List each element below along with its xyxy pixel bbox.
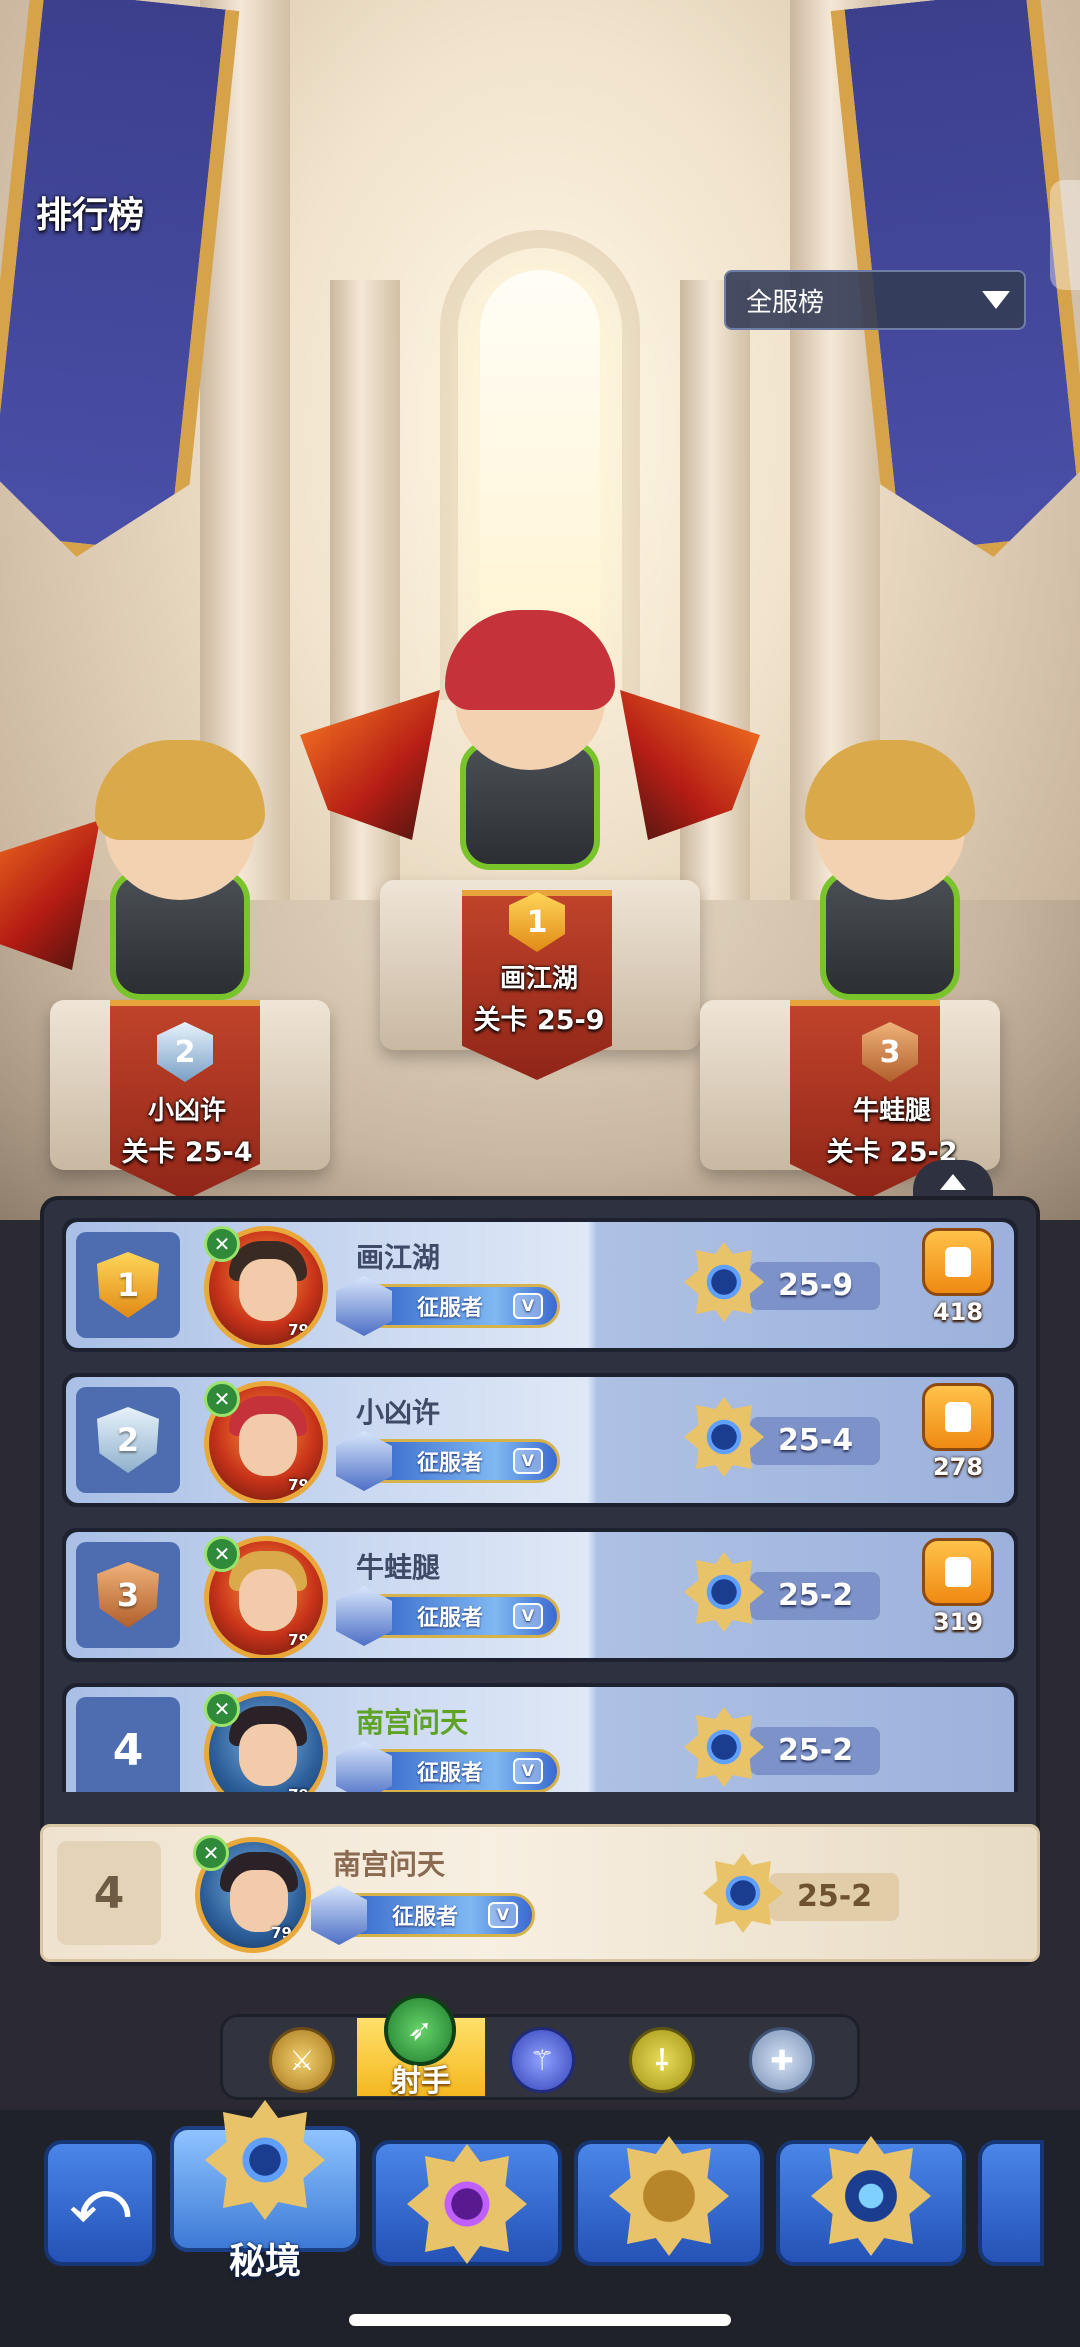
player-name: 牛蛙腿 [356, 1551, 441, 1584]
stage-emblem-icon [703, 1853, 783, 1933]
stage-emblem-icon [684, 1242, 764, 1322]
rank-cell: 1 [76, 1232, 180, 1338]
nav-tab-5[interactable] [978, 2140, 1044, 2266]
chevron-up-icon [940, 1174, 966, 1190]
side-drawer-tab[interactable] [1050, 180, 1080, 290]
rank-shield-icon: 2 [97, 1407, 159, 1473]
bow-icon: ✕ [204, 1691, 240, 1727]
nav-tab-secret-realm-label: 秘境 [228, 2241, 301, 2282]
table-row[interactable]: 2 79 ✕ 小凶许 征服者 V 25-4 278 [62, 1373, 1018, 1507]
stage-value: 25-2 [750, 1727, 880, 1775]
stage-value: 25-2 [769, 1873, 899, 1921]
rank-number: 4 [112, 1724, 144, 1776]
home-indicator[interactable] [349, 2314, 731, 2326]
podium-scene: 1 画江湖 关卡 25-9 2 小凶许 关卡 25-4 3 牛蛙腿 关卡 25-… [0, 0, 1080, 1220]
title-label: 征服者 [417, 1451, 484, 1476]
server-filter-dropdown[interactable]: 全服榜 [724, 270, 1026, 330]
stage-value: 25-2 [750, 1572, 880, 1620]
class-tab-archer-label: 射手 [391, 2064, 451, 2099]
stage-emblem-icon [684, 1707, 764, 1787]
leaderboard-list[interactable]: 1 79 ✕ 画江湖 征服者 V 25-9 418 2 79 ✕ 小凶许 征服者 V… [62, 1218, 1018, 1792]
stage-value: 25-4 [750, 1417, 880, 1465]
table-row[interactable]: 3 79 ✕ 牛蛙腿 征服者 V 25-2 319 [62, 1528, 1018, 1662]
server-filter-label: 全服榜 [746, 287, 825, 318]
table-row[interactable]: 1 79 ✕ 画江湖 征服者 V 25-9 418 [62, 1218, 1018, 1352]
bow-icon: ✕ [204, 1381, 240, 1417]
thumbs-up-icon [922, 1383, 994, 1451]
player-name: 小凶许 [356, 1396, 441, 1429]
podium-hero-third[interactable] [780, 740, 1010, 1020]
table-row[interactable]: 4 79 ✕ 南宫问天 征服者 V 25-2 [62, 1683, 1018, 1792]
dagger-icon[interactable]: ⸸ [629, 2027, 695, 2093]
podium-stage-first: 关卡 25-9 [473, 1005, 605, 1036]
podium-stage-second: 关卡 25-4 [121, 1137, 253, 1168]
back-button[interactable]: ⤺ [44, 2140, 156, 2266]
rank-cell: 3 [76, 1542, 180, 1648]
title-tier: V [513, 1293, 543, 1319]
player-level: 79 [288, 1786, 309, 1792]
thumbs-up-icon [922, 1228, 994, 1296]
rank-shield-icon: 3 [97, 1562, 159, 1628]
podium-name-second: 小凶许 [147, 1096, 226, 1126]
player-name: 南宫问天 [333, 1848, 446, 1881]
bow-icon: ✕ [204, 1226, 240, 1262]
player-name: 画江湖 [356, 1241, 441, 1274]
cross-icon[interactable]: ✚ [749, 2027, 815, 2093]
player-level: 79 [271, 1924, 292, 1942]
podium-name-third: 牛蛙腿 [852, 1096, 931, 1126]
rank-number: 4 [93, 1867, 125, 1919]
chevron-down-icon [968, 272, 1024, 328]
title-tier: V [513, 1448, 543, 1474]
rank-cell: 4 [76, 1697, 180, 1792]
title-tier: V [513, 1758, 543, 1784]
podium-hero-second[interactable] [0, 740, 300, 1020]
axe-icon[interactable]: ⚔ [269, 2027, 335, 2093]
pillar [680, 280, 750, 980]
like-button[interactable]: 319 [918, 1538, 998, 1648]
class-filter-bar: ⚔ ⚚ ⸸ ✚ [220, 2014, 860, 2100]
rank-cell: 4 [57, 1841, 161, 1945]
player-name: 南宫问天 [356, 1706, 469, 1739]
like-button[interactable]: 278 [918, 1383, 998, 1493]
title-label: 征服者 [417, 1761, 484, 1786]
title-tier: V [513, 1603, 543, 1629]
like-count: 278 [932, 1453, 984, 1481]
flame-wing [300, 690, 440, 840]
like-count: 319 [932, 1608, 984, 1636]
pillar [330, 280, 400, 980]
title-label: 征服者 [417, 1296, 484, 1321]
bow-icon: ✕ [193, 1835, 229, 1871]
staff-icon[interactable]: ⚚ [509, 2027, 575, 2093]
stage-value: 25-9 [750, 1262, 880, 1310]
title-label: 征服者 [392, 1905, 459, 1930]
bow-icon: ✕ [204, 1536, 240, 1572]
like-button[interactable]: 418 [918, 1228, 998, 1338]
player-level: 79 [288, 1321, 309, 1339]
like-count: 418 [932, 1298, 984, 1326]
my-rank-row[interactable]: 4 79 ✕ 南宫问天 征服者 V 25-2 [40, 1824, 1040, 1962]
podium-name-first: 画江湖 [499, 964, 578, 994]
rank-cell: 2 [76, 1387, 180, 1493]
stage-emblem-icon [684, 1552, 764, 1632]
title-tier: V [488, 1902, 518, 1928]
player-level: 79 [288, 1476, 309, 1494]
page-title: 排行榜 [36, 195, 145, 236]
stage-emblem-icon [684, 1397, 764, 1477]
thumbs-up-icon [922, 1538, 994, 1606]
title-label: 征服者 [417, 1606, 484, 1631]
flame-wing [0, 820, 100, 970]
rank-shield-icon: 1 [97, 1252, 159, 1318]
player-level: 79 [288, 1631, 309, 1649]
podium-hero-first[interactable] [300, 610, 650, 890]
